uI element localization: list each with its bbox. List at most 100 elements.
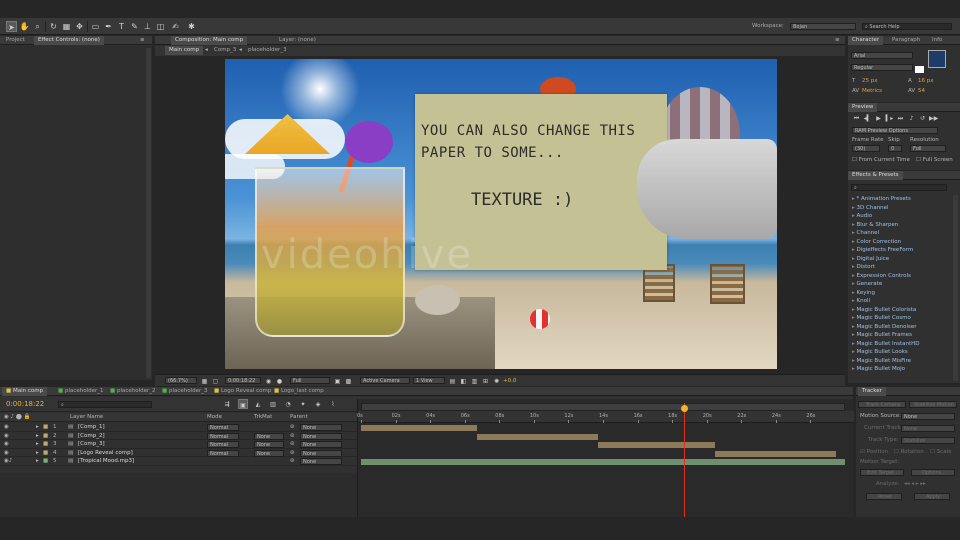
pan-behind-tool-icon[interactable]: ✥ xyxy=(74,21,85,32)
table-row[interactable]: ◉♪ ▸ ■ 5 ▤ [Tropical Mood.mp3] ⊚ None xyxy=(0,457,357,466)
type-tool-icon[interactable]: T xyxy=(116,21,127,32)
edit-target-button[interactable]: Edit Target... xyxy=(860,469,904,476)
tab-timeline-comp[interactable]: ■ Main comp xyxy=(2,387,48,396)
effects-category-item[interactable]: ▸ Generate xyxy=(852,280,882,289)
parent-dropdown[interactable]: None xyxy=(300,432,342,440)
roto-brush-tool-icon[interactable]: ✍ xyxy=(170,21,181,32)
parent-dropdown[interactable]: None xyxy=(300,424,342,431)
motion-source-dropdown[interactable]: None xyxy=(901,413,955,420)
selection-tool-icon[interactable]: ➤ xyxy=(6,21,17,32)
tracking-value[interactable]: 54 xyxy=(918,88,925,95)
brainstorm-icon[interactable]: ✦ xyxy=(298,399,308,409)
play-icon[interactable]: ▶ xyxy=(874,115,883,123)
effects-category-item[interactable]: ▸ Color Correction xyxy=(852,238,901,247)
auto-keyframe-icon[interactable]: ◈ xyxy=(313,399,323,409)
tab-layer[interactable]: Layer: (none) xyxy=(275,36,320,45)
font-family-dropdown[interactable]: Arial xyxy=(851,52,913,59)
current-time-display[interactable]: 0:00:18:22 xyxy=(225,377,261,384)
mode-dropdown[interactable]: Normal xyxy=(207,441,239,448)
prev-frame-icon[interactable]: ◂▍ xyxy=(863,115,872,123)
search-help-input[interactable]: ⌕ Search Help xyxy=(862,23,952,30)
snapshot-icon[interactable]: ◉ xyxy=(264,376,273,385)
motion-blur-icon[interactable]: ◔ xyxy=(283,399,293,409)
scrollbar[interactable] xyxy=(953,195,958,381)
from-current-time-checkbox[interactable]: ☐ From Current Time xyxy=(852,157,910,164)
effects-category-item[interactable]: ▸ Magic Bullet Frames xyxy=(852,331,912,340)
table-row[interactable]: ◉ ▸ ■ 1 ▤ [Comp_1] Normal ⊚ None xyxy=(0,423,357,432)
effects-category-item[interactable]: ▸ * Animation Presets xyxy=(852,195,911,204)
work-area-bar[interactable] xyxy=(361,403,845,411)
track-camera-button[interactable]: Track Camera xyxy=(858,401,906,408)
column-trkmat[interactable]: TrkMat xyxy=(254,414,272,421)
leading-value[interactable]: 16 px xyxy=(918,78,934,85)
view-layout-dropdown[interactable]: 1 View xyxy=(413,377,445,384)
font-size-value[interactable]: 25 px xyxy=(862,78,878,85)
full-screen-checkbox[interactable]: ☐ Full Screen xyxy=(916,157,953,164)
expand-arrow-icon[interactable]: ▸ xyxy=(36,441,39,448)
current-time-display[interactable]: 0:00:18:22 xyxy=(6,401,44,408)
camera-tool-icon[interactable]: ▦ xyxy=(61,21,72,32)
scale-checkbox[interactable]: ☐ Scale xyxy=(930,449,952,456)
layer-duration-bar[interactable] xyxy=(361,425,477,431)
tab-paragraph[interactable]: Paragraph xyxy=(888,36,924,45)
effects-category-item[interactable]: ▸ Magic Bullet InstantHD xyxy=(852,340,920,349)
column-parent[interactable]: Parent xyxy=(290,414,308,421)
grid-icon[interactable]: ▦ xyxy=(200,376,209,385)
puppet-tool-icon[interactable]: ✱ xyxy=(186,21,197,32)
column-layer-name[interactable]: Layer Name xyxy=(70,414,103,421)
scrollbar[interactable] xyxy=(146,48,151,378)
region-of-interest-icon[interactable]: ▣ xyxy=(333,376,342,385)
label-color-icon[interactable]: ■ xyxy=(43,450,48,457)
composition-viewer[interactable]: YOU CAN ALSO CHANGE THIS PAPER TO SOME..… xyxy=(225,59,777,369)
layer-duration-bar[interactable] xyxy=(597,442,716,448)
options-button[interactable]: Options... xyxy=(911,469,955,476)
rotation-checkbox[interactable]: ☐ Rotation xyxy=(894,449,924,456)
first-frame-icon[interactable]: ⏮ xyxy=(852,115,861,123)
tab-timeline-comp[interactable]: ■ placeholder_2 xyxy=(106,387,160,396)
frame-blending-icon[interactable]: ▥ xyxy=(268,399,278,409)
track-type-dropdown[interactable]: Stabilize xyxy=(901,437,955,444)
ram-preview-options-dropdown[interactable]: RAM Preview Options xyxy=(852,127,938,134)
breadcrumb-main-comp[interactable]: Main comp xyxy=(165,46,204,55)
tab-composition[interactable]: Composition: Main comp xyxy=(171,36,248,45)
reset-button[interactable]: Reset xyxy=(866,493,902,500)
resolution-dropdown[interactable]: Full xyxy=(290,377,330,384)
hide-shy-layers-icon[interactable]: ◭ xyxy=(253,399,263,409)
current-time-indicator[interactable] xyxy=(684,403,686,517)
label-color-icon[interactable]: ■ xyxy=(43,433,48,440)
effects-category-item[interactable]: ▸ Expression Controls xyxy=(852,272,911,281)
rotate-tool-icon[interactable]: ↻ xyxy=(48,21,59,32)
position-checkbox[interactable]: ☑ Position xyxy=(860,449,888,456)
effects-category-item[interactable]: ▸ Knoll xyxy=(852,297,870,306)
stroke-color-swatch[interactable] xyxy=(915,66,924,73)
tab-effect-controls[interactable]: Effect Controls: (none) xyxy=(34,36,104,45)
mask-visibility-icon[interactable]: ▢ xyxy=(211,376,220,385)
effects-category-item[interactable]: ▸ Magic Bullet Mojo xyxy=(852,365,905,374)
tab-tracker[interactable]: Tracker xyxy=(858,387,886,396)
parent-dropdown[interactable]: None xyxy=(300,458,342,465)
clone-stamp-tool-icon[interactable]: ⊥ xyxy=(142,21,153,32)
label-color-icon[interactable]: ■ xyxy=(43,441,48,448)
effects-category-item[interactable]: ▸ Blur & Sharpen xyxy=(852,221,898,230)
apply-button[interactable]: Apply xyxy=(914,493,950,500)
tab-preview[interactable]: Preview xyxy=(848,103,878,112)
zoom-tool-icon[interactable]: ⌕ xyxy=(32,21,43,32)
tab-timeline-comp[interactable]: ■ placeholder_3 xyxy=(158,387,212,396)
pen-tool-icon[interactable]: ✒ xyxy=(103,21,114,32)
parent-pickwhip-icon[interactable]: ⊚ xyxy=(290,450,295,457)
fast-previews-icon[interactable]: ◧ xyxy=(459,376,468,385)
next-frame-icon[interactable]: ▍▸ xyxy=(885,115,894,123)
hand-tool-icon[interactable]: ✋ xyxy=(19,21,30,32)
breadcrumb-comp-3[interactable]: Comp_3 xyxy=(210,46,240,55)
stabilize-motion-button[interactable]: Stabilize Motion xyxy=(909,401,957,408)
effects-category-item[interactable]: ▸ Distort xyxy=(852,263,875,272)
table-row[interactable]: ◉ ▸ ■ 2 ▤ [Comp_2] Normal None ⊚ None xyxy=(0,432,357,440)
tab-timeline-comp[interactable]: ■ placeholder_1 xyxy=(54,387,108,396)
analyze-controls-icon[interactable]: ◂◂ ◂ ▸ ▸▸ xyxy=(904,481,926,488)
audio-icon[interactable]: ♪ xyxy=(907,115,916,123)
table-row[interactable]: ◉ ▸ ■ 3 ▤ [Comp_3] Normal None ⊚ None xyxy=(0,440,357,449)
tab-timeline-comp[interactable]: ■ Logo_last comp xyxy=(270,387,328,396)
trkmat-dropdown[interactable]: None xyxy=(254,449,284,457)
tab-character[interactable]: Character xyxy=(848,36,884,45)
panel-menu-icon[interactable]: ≡ xyxy=(835,37,840,44)
